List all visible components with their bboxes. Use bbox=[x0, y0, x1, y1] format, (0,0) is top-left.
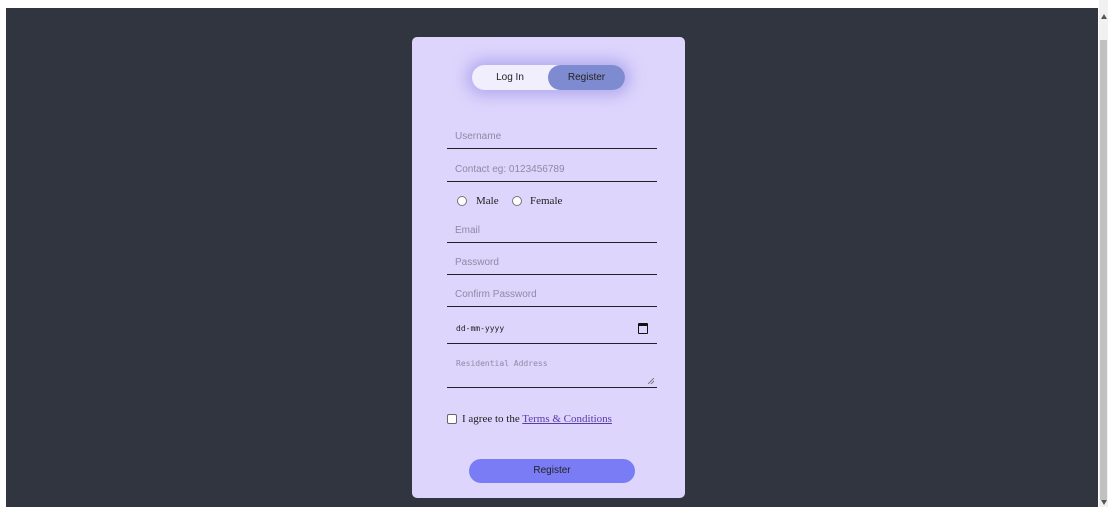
register-submit-button[interactable]: Register bbox=[469, 459, 635, 483]
date-of-birth-input[interactable]: dd-mm-yyyy bbox=[447, 316, 657, 344]
calendar-icon[interactable] bbox=[638, 323, 648, 334]
confirm-password-input[interactable] bbox=[447, 282, 657, 307]
scroll-up-arrow-icon[interactable] bbox=[1101, 14, 1107, 19]
male-label[interactable]: Male bbox=[476, 194, 499, 208]
terms-prefix: I agree to the bbox=[462, 413, 520, 425]
auth-mode-toggle: Log In Register bbox=[472, 65, 625, 90]
female-radio[interactable] bbox=[512, 196, 522, 206]
female-label[interactable]: Female bbox=[530, 194, 562, 208]
male-radio[interactable] bbox=[457, 196, 467, 206]
residential-address-textarea[interactable]: Residential Address bbox=[447, 355, 657, 388]
scrollbar-thumb[interactable] bbox=[1100, 40, 1107, 500]
scroll-down-arrow-icon[interactable] bbox=[1101, 500, 1107, 505]
contact-input[interactable] bbox=[447, 157, 657, 182]
terms-checkbox[interactable] bbox=[447, 414, 457, 424]
register-toggle-button[interactable]: Register bbox=[548, 65, 625, 90]
address-placeholder: Residential Address bbox=[456, 359, 548, 368]
resize-grip-icon[interactable] bbox=[648, 378, 654, 384]
username-input[interactable] bbox=[447, 124, 657, 149]
date-placeholder: dd-mm-yyyy bbox=[456, 324, 505, 333]
terms-conditions-link[interactable]: Terms & Conditions bbox=[522, 413, 612, 425]
register-card: Log In Register Male Female dd-mm-yyyy R… bbox=[412, 37, 685, 498]
email-input[interactable] bbox=[447, 218, 657, 243]
login-toggle-button[interactable]: Log In bbox=[472, 65, 548, 90]
password-input[interactable] bbox=[447, 250, 657, 275]
